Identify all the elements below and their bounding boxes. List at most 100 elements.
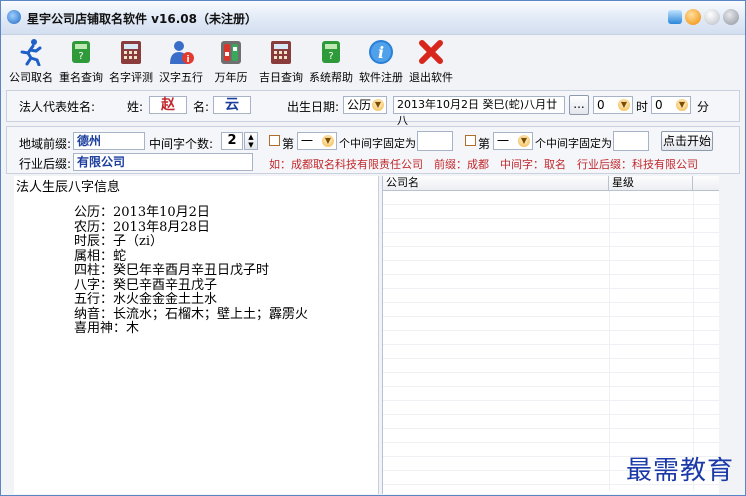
toolbar-label: 重名查询 [59, 71, 103, 84]
fix2-checkbox[interactable] [465, 135, 476, 146]
minute-select[interactable]: 0 ▼ [651, 96, 691, 114]
duplicate-check-button[interactable]: ? 重名查询 [56, 36, 106, 86]
industry-suffix-label: 行业后缀: [19, 157, 72, 171]
birth-date-label: 出生日期: [287, 100, 340, 114]
middle-count-input[interactable]: 2 [221, 132, 243, 150]
company-naming-button[interactable]: 公司取名 [6, 36, 56, 86]
table-body [383, 191, 719, 491]
hour-value: 0 [597, 98, 605, 112]
region-prefix-input[interactable]: 德州 [73, 132, 145, 150]
exit-button[interactable]: 退出软件 [406, 36, 456, 86]
red-x-icon [416, 37, 446, 67]
bazi-line: 喜用神：木 [74, 321, 140, 336]
minute-unit-label: 分 [697, 100, 710, 114]
svg-text:?: ? [328, 51, 333, 62]
table-header: 公司名 星级 [383, 176, 719, 191]
fix2-suffix-label: 个中间字固定为 [535, 137, 612, 150]
example-hint: 如：成都取名科技有限责任公司 前缀：成都 中间字：取名 行业后缀：科技有限公司 [269, 158, 698, 171]
bazi-line: 纳音：长流水；石榴木；壁上土；霹雳火 [74, 306, 309, 322]
minute-value: 0 [655, 98, 663, 112]
help-book-icon: ? [316, 37, 346, 67]
bazi-line: 时辰：子（zi） [74, 234, 164, 249]
bazi-title: 法人生辰八字信息 [16, 180, 121, 195]
toolbar-label: 软件注册 [359, 71, 403, 84]
chevron-down-icon[interactable]: ▼ [618, 99, 630, 111]
date-picker-button[interactable]: ... [569, 95, 589, 115]
fix1-char-input[interactable] [417, 131, 453, 151]
calendar-type-value: 公历 [347, 98, 372, 112]
surname-input[interactable]: 赵 [149, 96, 187, 114]
toolbar-label: 吉日查询 [259, 71, 303, 84]
chevron-down-icon[interactable]: ▼ [322, 135, 334, 147]
column-company-name[interactable]: 公司名 [383, 176, 609, 190]
hanzi-wuxing-button[interactable]: i 汉字五行 [156, 36, 206, 86]
close-button[interactable] [723, 9, 739, 25]
hour-select[interactable]: 0 ▼ [593, 96, 633, 114]
skin-icon[interactable] [668, 10, 682, 24]
calendar-type-select[interactable]: 公历 ▼ [343, 96, 387, 114]
given-name-label: 名: [193, 100, 210, 114]
fix1-prefix-label: 第 [282, 137, 295, 151]
chevron-down-icon[interactable]: ▼ [518, 135, 530, 147]
fix2-char-input[interactable] [613, 131, 649, 151]
surname-label: 姓: [127, 100, 144, 114]
hour-unit-label: 时 [636, 100, 649, 114]
toolbar-label: 万年历 [214, 71, 248, 84]
bazi-line: 八字：癸巳辛酉辛丑戊子 [74, 277, 218, 293]
company-name-panel: 地域前缀: 德州 中间字个数: 2 ▲ ▼ 第 一 ▼ 个中间字固定为 第 一 ▼… [6, 126, 740, 174]
column-divider [693, 191, 694, 491]
fix1-suffix-label: 个中间字固定为 [339, 137, 416, 150]
given-name-input[interactable]: 云 [213, 96, 251, 114]
main-toolbar: 公司取名 ? 重名查询 名字评测 i 汉字五行 万年历 吉日查询 ? 系统帮助 [6, 36, 738, 86]
region-prefix-label: 地域前缀: [19, 137, 72, 151]
system-help-button[interactable]: ? 系统帮助 [306, 36, 356, 86]
start-button[interactable]: 点击开始 [661, 131, 713, 151]
title-bar[interactable]: 星宇公司店铺取名软件 v16.08（未注册） [1, 1, 745, 35]
toolbar-label: 名字评测 [109, 71, 153, 84]
column-star-rating[interactable]: 星级 [609, 176, 693, 190]
legal-rep-panel: 法人代表姓名: 姓: 赵 名: 云 出生日期: 公历 ▼ 2013年10月2日 … [6, 90, 740, 127]
svg-text:?: ? [78, 51, 83, 62]
name-evaluation-button[interactable]: 名字评测 [106, 36, 156, 86]
calculator-icon [116, 37, 146, 67]
chevron-down-icon[interactable]: ▼ [372, 99, 384, 111]
column-divider [609, 191, 610, 491]
legal-rep-label: 法人代表姓名: [19, 100, 96, 114]
fix2-position-select[interactable]: 一 ▼ [493, 132, 533, 150]
svg-text:i: i [186, 55, 189, 65]
toolbar-label: 汉字五行 [159, 71, 203, 84]
minimize-button[interactable] [685, 9, 701, 25]
bazi-line: 五行：水火金金金土土水 [74, 292, 218, 307]
bazi-line: 属相：蛇 [74, 248, 127, 264]
person-info-icon: i [166, 37, 196, 67]
calendar-toggle-icon [216, 37, 246, 67]
fix2-position-value: 一 [497, 134, 510, 148]
bazi-lines: 公历：2013年10月2日 农历：2013年8月28日 时辰：子（zi） 属相：… [74, 205, 309, 337]
birth-date-field[interactable]: 2013年10月2日 癸巳(蛇)八月廿八 [393, 96, 565, 127]
app-logo-icon [7, 10, 21, 24]
bazi-line: 四柱：癸巳年辛酉月辛丑日戊子时 [74, 263, 270, 278]
fix2-prefix-label: 第 [478, 137, 491, 151]
results-table[interactable]: 公司名 星级 [382, 176, 719, 494]
industry-suffix-input[interactable]: 有限公司 [73, 153, 253, 171]
toolbar-label: 系统帮助 [309, 71, 353, 84]
middle-count-label: 中间字个数: [149, 137, 214, 151]
green-book-icon: ? [66, 37, 96, 67]
toolbar-label: 公司取名 [9, 71, 53, 84]
bazi-info-pane[interactable]: 法人生辰八字信息 公历：2013年10月2日 农历：2013年8月28日 时辰：… [14, 176, 379, 494]
right-gutter [720, 176, 738, 494]
auspicious-day-button[interactable]: 吉日查询 [256, 36, 306, 86]
middle-count-spinner[interactable]: ▲ ▼ [244, 132, 258, 150]
window-title: 星宇公司店铺取名软件 v16.08（未注册） [27, 12, 257, 26]
software-register-button[interactable]: i 软件注册 [356, 36, 406, 86]
bazi-line: 公历：2013年10月2日 [74, 205, 210, 220]
toolbar-label: 退出软件 [409, 71, 453, 84]
chevron-down-icon[interactable]: ▼ [676, 99, 688, 111]
calendar-grid-icon [266, 37, 296, 67]
running-man-icon [16, 37, 46, 67]
perpetual-calendar-button[interactable]: 万年历 [206, 36, 256, 86]
bazi-line: 农历：2013年8月28日 [74, 219, 210, 235]
maximize-button[interactable] [704, 9, 720, 25]
fix1-checkbox[interactable] [269, 135, 280, 146]
fix1-position-select[interactable]: 一 ▼ [297, 132, 337, 150]
